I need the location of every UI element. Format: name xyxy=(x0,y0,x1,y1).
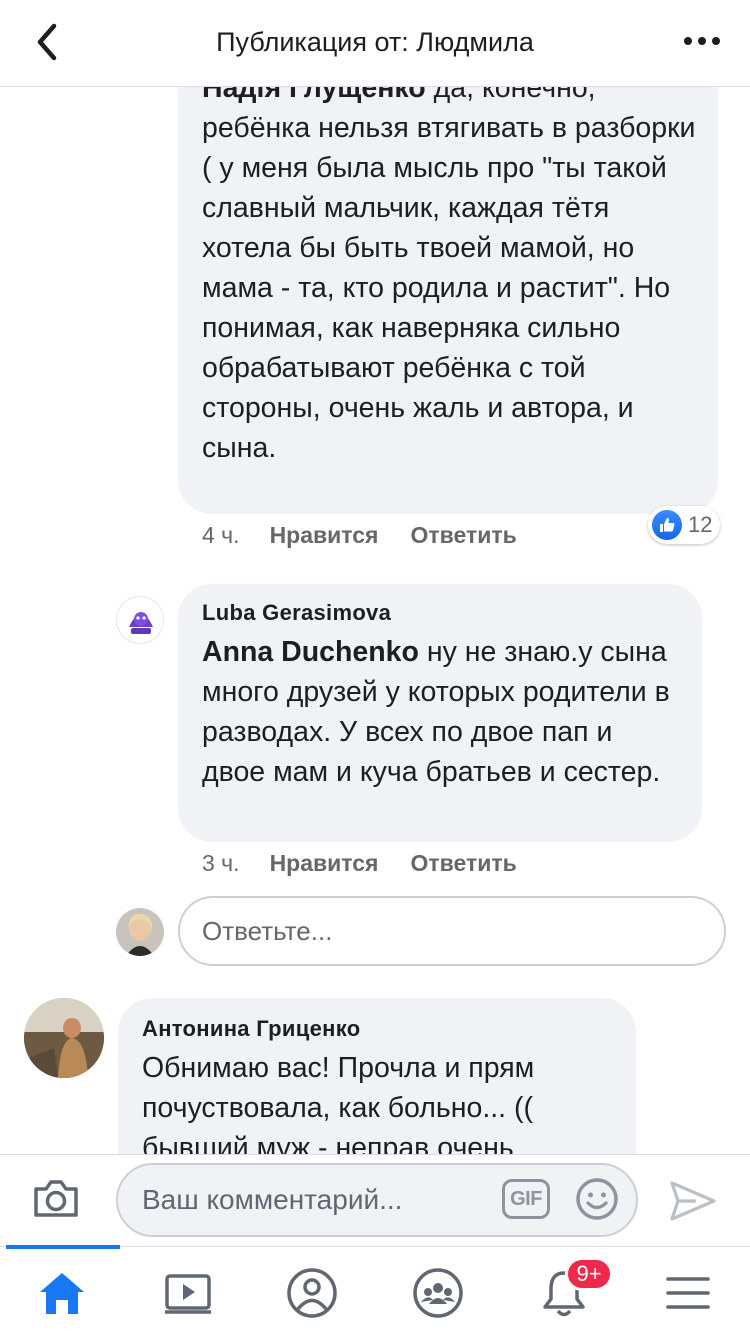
comment-actions: 4 ч. Нравится Ответить xyxy=(202,520,517,550)
profile-icon xyxy=(287,1268,337,1318)
video-icon xyxy=(165,1274,211,1314)
comment-author[interactable]: Антонина Гриценко xyxy=(142,1014,614,1044)
reaction-count: 12 xyxy=(688,512,713,537)
page-title: Публикация от: Людмила xyxy=(216,27,534,57)
mention-link[interactable]: Надія Глущенко xyxy=(202,86,426,104)
top-bar: Публикация от: Людмила xyxy=(0,0,750,87)
tab-watch[interactable] xyxy=(158,1265,218,1321)
tab-profile[interactable] xyxy=(282,1265,342,1321)
reply-placeholder: Ответьте... xyxy=(202,916,333,946)
emoji-button[interactable] xyxy=(574,1176,620,1222)
comment-timestamp: 3 ч. xyxy=(202,850,240,876)
tab-home[interactable] xyxy=(32,1265,92,1321)
home-icon xyxy=(40,1273,84,1314)
avatar[interactable] xyxy=(24,998,104,1078)
notifications-badge: 9+ xyxy=(565,1257,613,1291)
reactions-summary[interactable]: 12 xyxy=(648,506,721,544)
reply-input[interactable]: Ответьте... xyxy=(178,896,726,966)
like-button[interactable]: Нравится xyxy=(270,522,379,548)
tab-groups[interactable] xyxy=(408,1265,468,1321)
reply-button[interactable]: Ответить xyxy=(410,850,516,876)
like-reaction-icon xyxy=(652,510,682,540)
avatar[interactable] xyxy=(116,596,164,644)
chevron-left-icon xyxy=(37,23,57,61)
tab-menu[interactable] xyxy=(658,1265,718,1321)
comment-input[interactable]: Ваш комментарий... GIF xyxy=(116,1163,638,1237)
gif-button[interactable]: GIF xyxy=(502,1179,550,1219)
comment-composer: Ваш комментарий... GIF xyxy=(0,1154,750,1247)
more-options-button[interactable] xyxy=(682,26,722,56)
camera-button[interactable] xyxy=(30,1175,82,1223)
comment-bubble: Надія Глущенко да, конечно, ребёнка нель… xyxy=(178,86,718,514)
camera-icon xyxy=(34,1180,78,1217)
comment-text: Обнимаю вас! Прочла и прям почуствовала,… xyxy=(142,1052,535,1154)
current-user-avatar xyxy=(116,908,164,956)
more-horizontal-icon xyxy=(684,37,720,45)
comments-feed[interactable]: Надія Глущенко да, конечно, ребёнка нель… xyxy=(0,86,750,1154)
groups-icon xyxy=(413,1268,463,1318)
comment-author[interactable]: Luba Gerasimova xyxy=(202,598,680,628)
reply-button[interactable]: Ответить xyxy=(410,522,516,548)
back-button[interactable] xyxy=(28,20,68,64)
active-tab-indicator xyxy=(6,1245,120,1249)
comment-timestamp: 4 ч. xyxy=(202,522,240,548)
bottom-tab-bar: 9+ xyxy=(0,1245,750,1335)
comment-placeholder: Ваш комментарий... xyxy=(142,1184,403,1215)
comment-bubble: Антонина Гриценко Обнимаю вас! Прочла и … xyxy=(118,998,636,1154)
comment-actions: 3 ч. Нравится Ответить xyxy=(202,848,517,878)
mention-link[interactable]: Anna Duchenko xyxy=(202,636,419,668)
comment-text: Надія Глущенко да, конечно, ребёнка нель… xyxy=(202,86,696,468)
comment-text: Anna Duchenko ну не знаю.у сына много др… xyxy=(202,636,670,788)
comment-bubble: Luba Gerasimova Anna Duchenko ну не знаю… xyxy=(178,584,702,842)
send-button[interactable] xyxy=(666,1177,718,1225)
like-button[interactable]: Нравится xyxy=(270,850,379,876)
menu-icon xyxy=(666,1277,710,1309)
smiley-icon xyxy=(576,1178,618,1220)
send-icon xyxy=(670,1181,716,1221)
